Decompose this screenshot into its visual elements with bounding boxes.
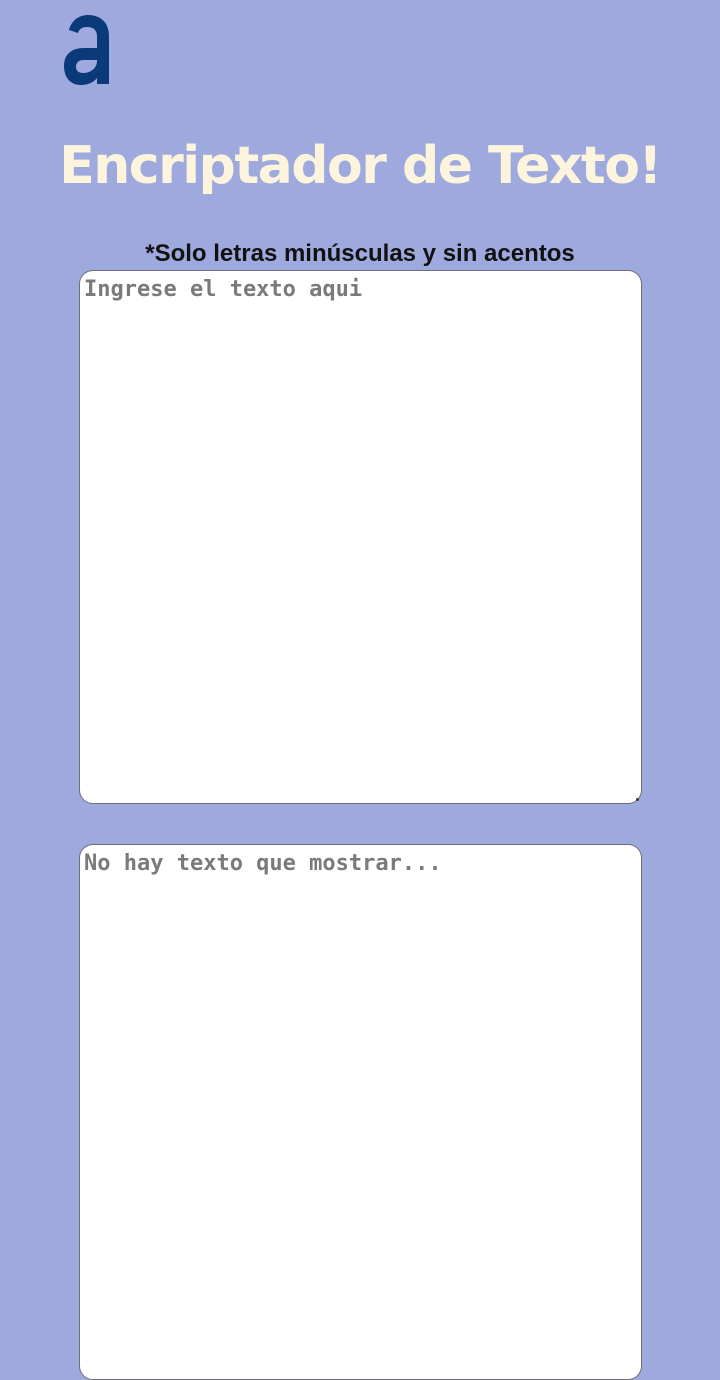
text-input[interactable] bbox=[79, 270, 642, 804]
input-hint: *Solo letras minúsculas y sin acentos bbox=[145, 240, 575, 267]
resize-handle[interactable] bbox=[636, 798, 639, 801]
result-output[interactable] bbox=[79, 844, 642, 1380]
page-title: Encriptador de Texto! bbox=[59, 136, 662, 196]
alura-logo-icon[interactable] bbox=[62, 14, 112, 86]
